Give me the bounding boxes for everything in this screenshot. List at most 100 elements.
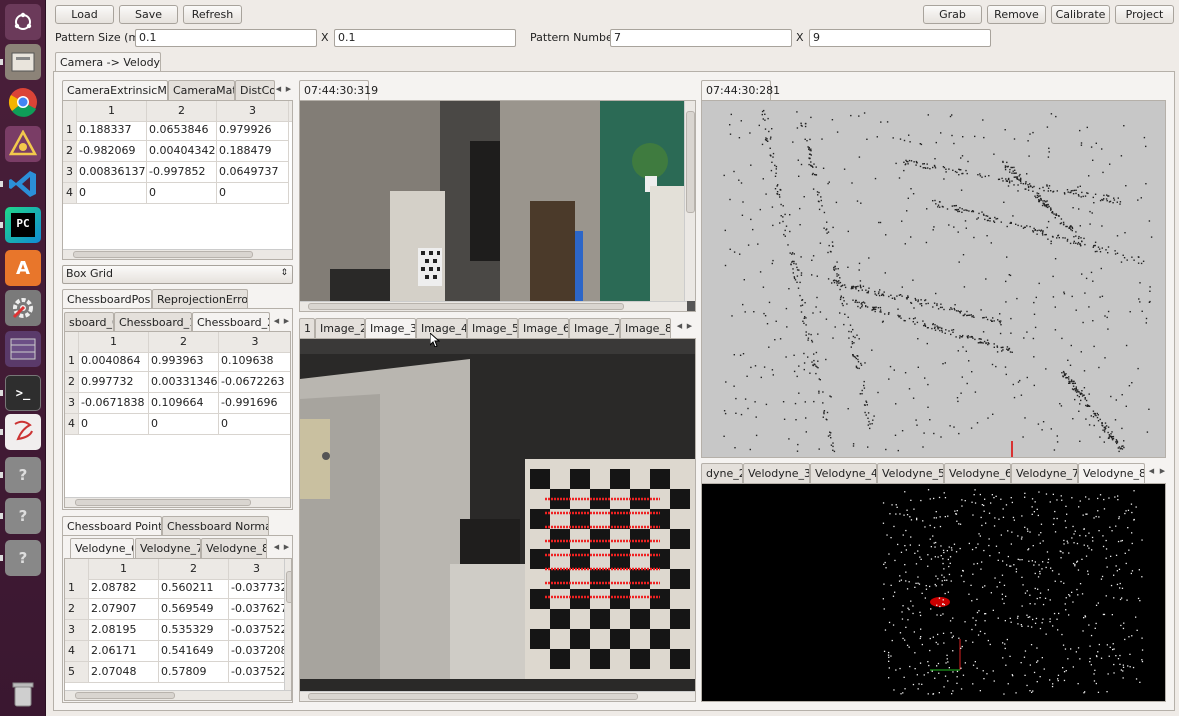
tab-chessboard-0[interactable]: sboard_0	[64, 312, 114, 332]
table-cell[interactable]: 0.00836137	[77, 162, 147, 183]
row-header[interactable]: 3	[63, 162, 77, 183]
tab-chessboard-points[interactable]: Chessboard Points	[62, 516, 162, 536]
table-cell[interactable]: 0	[149, 414, 219, 435]
tab-image-1[interactable]: 1	[299, 318, 315, 338]
table-cell[interactable]: 0	[77, 183, 147, 204]
row-header[interactable]: 2	[65, 372, 79, 393]
column-header[interactable]: 1	[79, 332, 149, 353]
column-header[interactable]: 1	[77, 101, 147, 122]
project-button[interactable]: Project	[1115, 5, 1174, 24]
projected-image-view[interactable]	[299, 338, 696, 702]
tab-velodyne-2[interactable]: dyne_2	[701, 463, 743, 483]
scrollbar-thumb[interactable]	[308, 693, 638, 700]
table-cell[interactable]: 2.07048	[89, 662, 159, 683]
chrome-icon[interactable]	[5, 84, 41, 120]
calibrate-button[interactable]: Calibrate	[1051, 5, 1110, 24]
velodyne-pointcloud-view[interactable]	[701, 100, 1166, 458]
scrollbar-thumb[interactable]	[73, 251, 253, 258]
refresh-button[interactable]: Refresh	[183, 5, 242, 24]
tab-camera-extrinsic-mat[interactable]: CameraExtrinsicMat	[62, 80, 168, 100]
tab-image-6[interactable]: Image_6	[518, 318, 569, 338]
table-cell[interactable]: -0.037522	[229, 620, 285, 641]
column-header[interactable]: 2	[147, 101, 217, 122]
row-header[interactable]: 2	[65, 599, 89, 620]
table-cell[interactable]: 0.997732	[79, 372, 149, 393]
tab-chessboard-1[interactable]: Chessboard_1	[114, 312, 192, 332]
table-cell[interactable]: 0.00404342	[147, 141, 217, 162]
pycharm-icon[interactable]: PC	[5, 207, 41, 243]
terminal-icon[interactable]: >_	[5, 375, 41, 411]
load-button[interactable]: Load	[55, 5, 114, 24]
tab-scroll-left-icon[interactable]: ◀	[675, 322, 684, 331]
tab-scroll-left-icon[interactable]: ◀	[274, 85, 283, 94]
table-cell[interactable]: 0.0653846	[147, 120, 217, 141]
table-cell[interactable]: 0	[147, 183, 217, 204]
row-header[interactable]: 2	[63, 141, 77, 162]
workspace-icon[interactable]	[5, 331, 41, 367]
trash-icon[interactable]	[5, 676, 41, 712]
table-cell[interactable]: -0.982069	[77, 141, 147, 162]
scrollbar-thumb[interactable]	[308, 303, 624, 310]
table-cell[interactable]: -0.037522	[229, 662, 285, 683]
tab-chessboard-normals[interactable]: Chessboard Normals	[162, 516, 269, 536]
tab-dist-coeff[interactable]: DistCo	[235, 80, 275, 100]
table-cell[interactable]: -0.037732	[229, 578, 285, 599]
table-cell[interactable]: 0.0649737	[217, 162, 289, 183]
tab-scroll-right-icon[interactable]: ▶	[1158, 467, 1167, 476]
row-header[interactable]: 1	[65, 351, 79, 372]
tab-reprojection-error[interactable]: ReprojectionError	[152, 289, 248, 309]
vscode-icon[interactable]	[5, 166, 41, 202]
table-cell[interactable]: 0.541649	[159, 641, 229, 662]
unknown-app-icon[interactable]: ?	[5, 540, 41, 576]
tab-scroll-left-icon[interactable]: ◀	[1147, 467, 1156, 476]
tab-scroll-right-icon[interactable]: ▶	[685, 322, 694, 331]
tab-velodyne-4[interactable]: Velodyne_4	[810, 463, 877, 483]
column-header[interactable]: 3	[229, 559, 285, 580]
horizontal-scrollbar[interactable]	[65, 497, 290, 507]
unknown-app-icon[interactable]: ?	[5, 498, 41, 534]
scrollbar-thumb[interactable]	[686, 111, 695, 213]
tab-scroll-left-icon[interactable]: ◀	[272, 317, 281, 326]
settings-icon[interactable]	[5, 290, 41, 326]
tab-velodyne-8-view[interactable]: Velodyne_8	[1078, 463, 1145, 483]
files-icon[interactable]	[5, 44, 41, 80]
camera-image-view[interactable]	[299, 100, 696, 312]
row-header[interactable]: 4	[63, 183, 77, 204]
table-cell[interactable]: 0	[79, 414, 149, 435]
horizontal-scrollbar[interactable]	[300, 691, 695, 701]
table-cell[interactable]: 0.535329	[159, 620, 229, 641]
table-cell[interactable]: -0.997852	[147, 162, 217, 183]
grab-button[interactable]: Grab	[923, 5, 982, 24]
scrollbar-thumb[interactable]	[75, 499, 251, 506]
table-cell[interactable]: 0.188337	[77, 120, 147, 141]
tab-chessboard-2[interactable]: Chessboard_2	[192, 312, 270, 332]
tab-scroll-right-icon[interactable]: ▶	[284, 85, 293, 94]
table-cell[interactable]: 0.109638	[219, 351, 290, 372]
table-cell[interactable]: -0.037627	[229, 599, 285, 620]
table-cell[interactable]: -0.0672263	[219, 372, 290, 393]
pattern-number-x-input[interactable]: 7	[610, 29, 792, 47]
tab-velodyne-5[interactable]: Velodyne_5	[877, 463, 944, 483]
table-cell[interactable]: -0.991696	[219, 393, 290, 414]
table-cell[interactable]: 0.188479	[217, 141, 289, 162]
remove-button[interactable]: Remove	[987, 5, 1046, 24]
tab-velodyne-6[interactable]: Velodyne_6	[70, 538, 134, 558]
row-header[interactable]: 4	[65, 414, 79, 435]
vertical-scrollbar[interactable]	[284, 559, 291, 691]
software-center-icon[interactable]: A	[5, 250, 41, 286]
tab-scroll-right-icon[interactable]: ▶	[282, 317, 291, 326]
tab-image-8[interactable]: Image_8	[620, 318, 671, 338]
pattern-size-x-input[interactable]: 0.1	[135, 29, 317, 47]
tab-camera-mat[interactable]: CameraMat	[168, 80, 235, 100]
horizontal-scrollbar[interactable]	[65, 690, 291, 700]
table-cell[interactable]: 2.07907	[89, 599, 159, 620]
vertical-scrollbar[interactable]	[684, 101, 695, 301]
unknown-app-icon[interactable]: ?	[5, 457, 41, 493]
table-cell[interactable]: 2.06171	[89, 641, 159, 662]
table-cell[interactable]: 0	[217, 183, 289, 204]
table-cell[interactable]: -0.0671838	[79, 393, 149, 414]
table-cell[interactable]: 0.0040864	[79, 351, 149, 372]
grid-type-select[interactable]: Box Grid ⇕	[62, 265, 293, 284]
tab-velodyne-6-view[interactable]: Velodyne_6	[944, 463, 1011, 483]
pattern-size-y-input[interactable]: 0.1	[334, 29, 516, 47]
